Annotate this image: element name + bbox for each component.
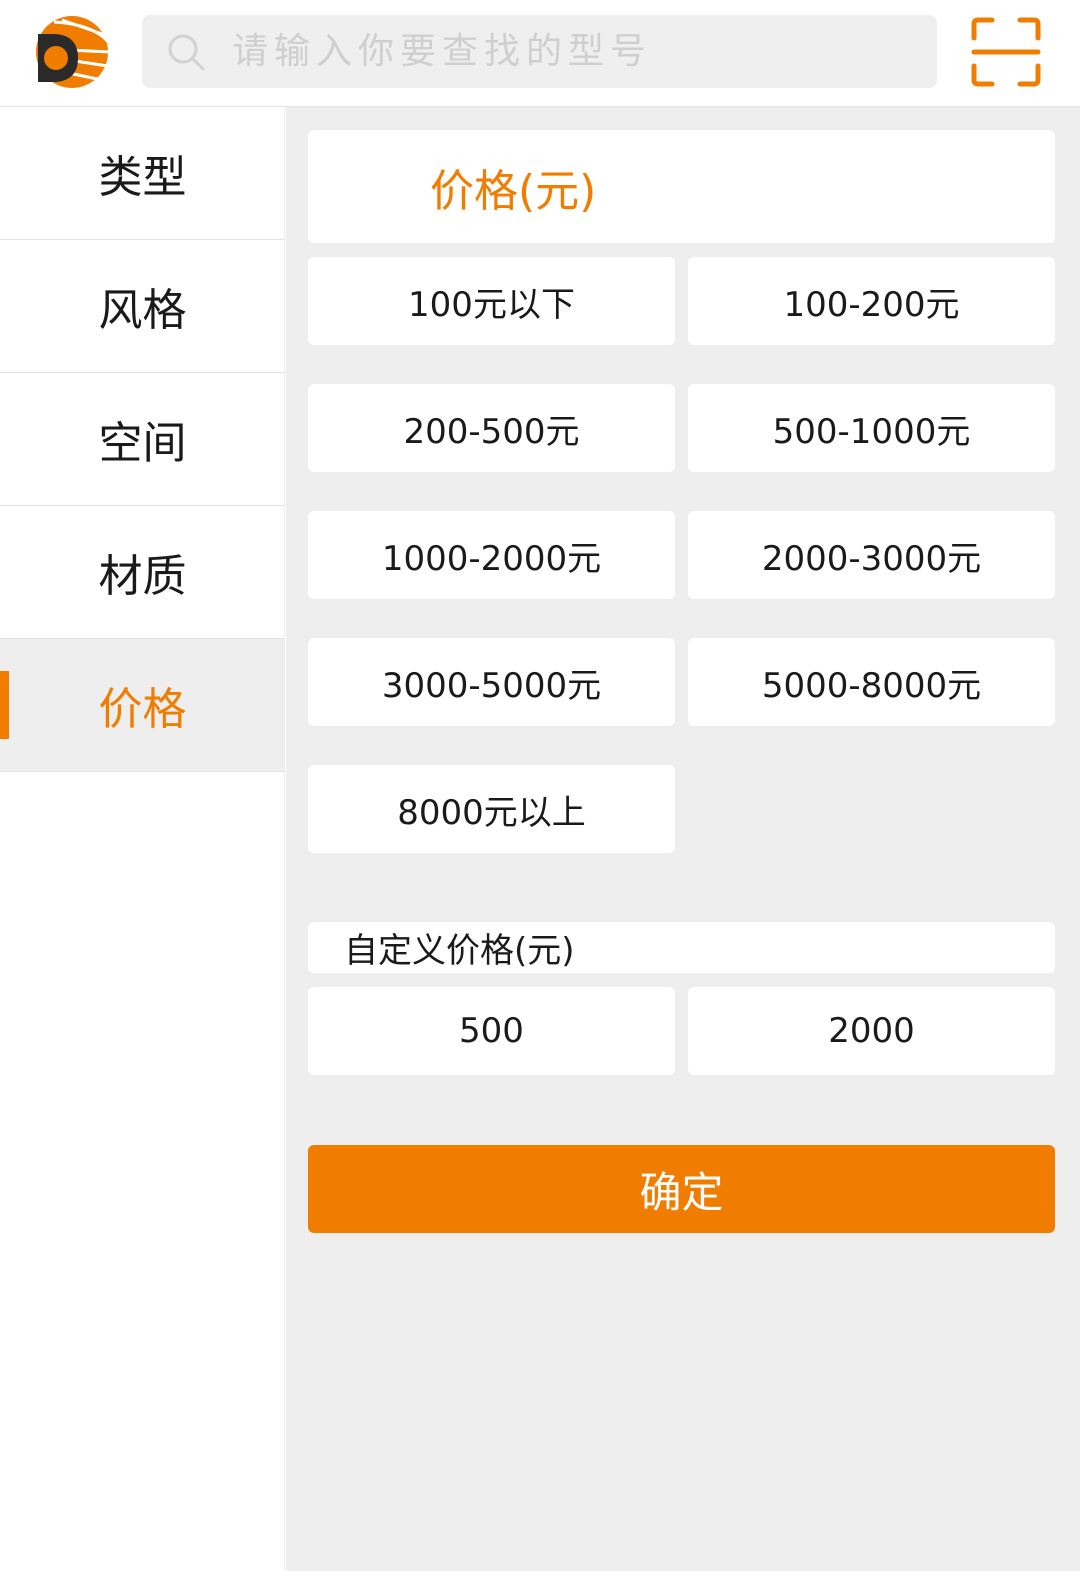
sidebar-item-space[interactable]: 空间 (0, 373, 285, 506)
top-bar (0, 0, 1080, 107)
category-sidebar: 类型 风格 空间 材质 价格 (0, 107, 285, 1571)
search-bar[interactable] (142, 15, 937, 88)
min-price-input[interactable] (308, 987, 675, 1075)
brand-logo-icon[interactable] (34, 14, 110, 90)
scan-icon[interactable] (970, 16, 1042, 88)
price-option[interactable]: 1000-2000元 (308, 511, 675, 599)
price-option[interactable]: 100元以下 (308, 257, 675, 345)
price-option[interactable]: 500-1000元 (688, 384, 1055, 472)
price-option[interactable]: 5000-8000元 (688, 638, 1055, 726)
sidebar-item-type[interactable]: 类型 (0, 107, 285, 240)
price-option[interactable]: 8000元以上 (308, 765, 675, 853)
max-price-input[interactable] (688, 987, 1055, 1075)
sidebar-item-price[interactable]: 价格 (0, 639, 285, 772)
price-option[interactable]: 200-500元 (308, 384, 675, 472)
section-title: 价格(元) (308, 130, 1055, 243)
confirm-button[interactable]: 确定 (308, 1145, 1055, 1233)
sidebar-item-material[interactable]: 材质 (0, 506, 285, 639)
search-icon (168, 34, 205, 70)
price-option[interactable]: 2000-3000元 (688, 511, 1055, 599)
custom-price-label: 自定义价格(元) (308, 922, 1055, 973)
filter-panel: 价格(元) 100元以下 100-200元 200-500元 500-1000元… (286, 107, 1080, 1571)
price-option[interactable]: 100-200元 (688, 257, 1055, 345)
search-input[interactable] (232, 31, 937, 72)
price-option[interactable]: 3000-5000元 (308, 638, 675, 726)
sidebar-item-style[interactable]: 风格 (0, 240, 285, 373)
